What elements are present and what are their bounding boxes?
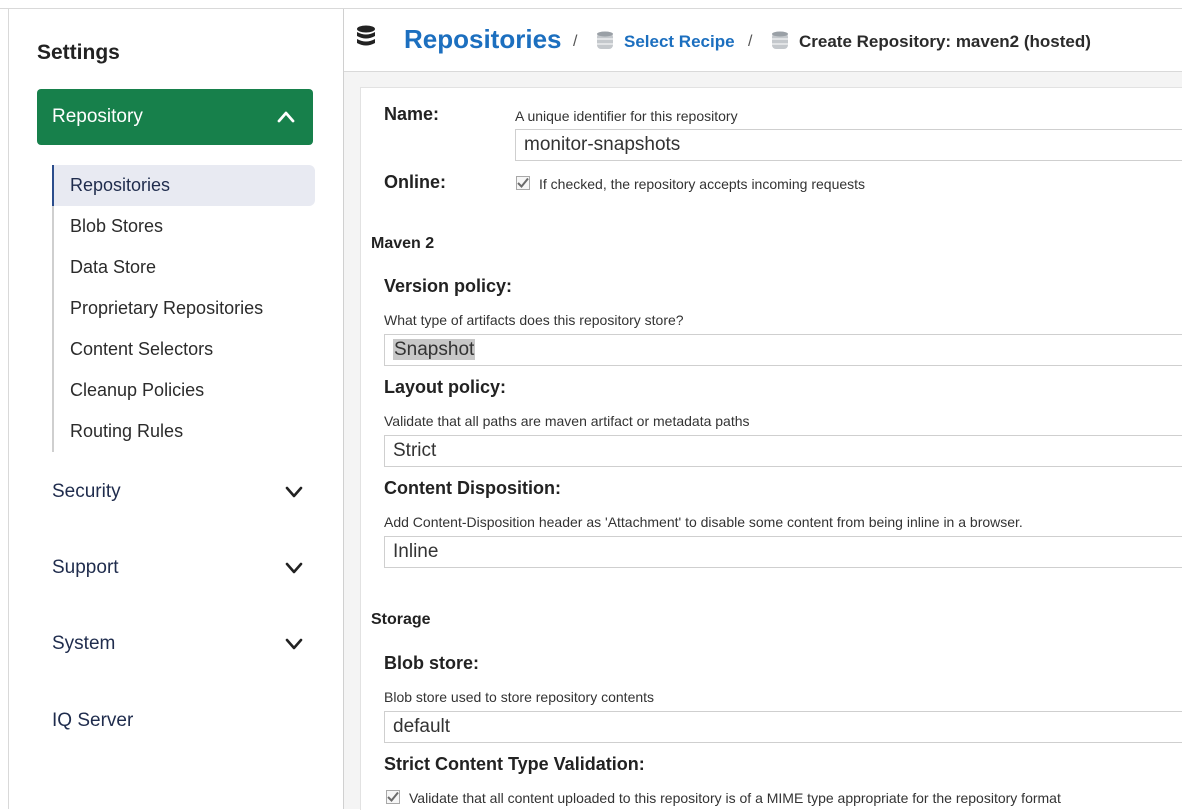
content-disposition-help: Add Content-Disposition header as 'Attac… (384, 514, 1023, 530)
version-policy-value: Snapshot (393, 339, 476, 360)
repository-section-toggle[interactable]: Repository (37, 89, 313, 145)
settings-sidebar: Settings Repository Repositories Blob St… (9, 9, 344, 809)
sidebar-section-iq-server[interactable]: IQ Server (52, 701, 313, 741)
content-disposition-label: Content Disposition: (384, 478, 561, 498)
name-help: A unique identifier for this repository (515, 108, 738, 124)
sidebar-item-data-store[interactable]: Data Store (54, 247, 315, 288)
layout-policy-label: Layout policy: (384, 377, 507, 397)
chevron-down-icon (285, 559, 303, 577)
sidebar-section-system[interactable]: System (52, 624, 313, 664)
checkmark-icon (517, 177, 529, 188)
version-policy-select[interactable]: Snapshot (384, 334, 1182, 366)
breadcrumb-separator: / (748, 33, 753, 50)
left-gutter (0, 9, 9, 809)
sidebar-item-routing-rules[interactable]: Routing Rules (54, 411, 315, 452)
maven-section-heading: Maven 2 (371, 235, 435, 252)
repository-subnav: Repositories Blob Stores Data Store Prop… (52, 165, 315, 452)
sidebar-item-content-selectors[interactable]: Content Selectors (54, 329, 315, 370)
database-icon (596, 31, 614, 56)
blob-store-select[interactable]: default (384, 711, 1182, 743)
layout-policy-help: Validate that all paths are maven artifa… (384, 413, 750, 429)
sidebar-item-cleanup-policies[interactable]: Cleanup Policies (54, 370, 315, 411)
blob-store-label: Blob store: (384, 653, 480, 673)
database-icon (356, 25, 376, 54)
sidebar-section-security[interactable]: Security (52, 472, 313, 512)
breadcrumb-current: Create Repository: maven2 (hosted) (799, 32, 1091, 51)
breadcrumb-separator: / (573, 33, 578, 50)
sidebar-item-repositories[interactable]: Repositories (52, 165, 315, 206)
chevron-down-icon (285, 635, 303, 653)
name-label: Name: (384, 104, 440, 124)
content-disposition-select[interactable]: Inline (384, 536, 1182, 568)
sidebar-section-support[interactable]: Support (52, 548, 313, 588)
breadcrumb: Repositories / Select Recipe / Create Re… (344, 9, 1182, 72)
online-checkbox[interactable] (516, 176, 530, 190)
section-label: Security (52, 481, 121, 502)
name-input[interactable]: monitor-snapshots (515, 129, 1182, 161)
strict-content-validation-help: Validate that all content uploaded to th… (409, 790, 1061, 806)
online-label: Online: (384, 172, 446, 192)
sidebar-item-proprietary-repositories[interactable]: Proprietary Repositories (54, 288, 315, 329)
top-border (0, 0, 1182, 9)
database-icon (771, 31, 789, 56)
strict-content-validation-label: Strict Content Type Validation: (384, 754, 645, 774)
strict-content-validation-checkbox[interactable] (386, 790, 400, 804)
repository-section-label: Repository (52, 106, 143, 127)
checkmark-icon (387, 791, 399, 802)
online-help: If checked, the repository accepts incom… (539, 176, 866, 192)
blob-store-help: Blob store used to store repository cont… (384, 689, 655, 705)
layout-policy-select[interactable]: Strict (384, 435, 1182, 467)
chevron-down-icon (285, 483, 303, 501)
sidebar-title: Settings (37, 41, 120, 64)
page-title[interactable]: Repositories (404, 24, 562, 55)
version-policy-help: What type of artifacts does this reposit… (384, 312, 684, 328)
section-label: System (52, 633, 116, 654)
section-label: IQ Server (52, 710, 134, 731)
breadcrumb-select-recipe[interactable]: Select Recipe (624, 32, 735, 52)
storage-section-heading: Storage (371, 611, 431, 628)
chevron-up-icon (277, 108, 295, 126)
version-policy-label: Version policy: (384, 276, 513, 296)
sidebar-item-blob-stores[interactable]: Blob Stores (54, 206, 315, 247)
section-label: Support (52, 557, 119, 578)
